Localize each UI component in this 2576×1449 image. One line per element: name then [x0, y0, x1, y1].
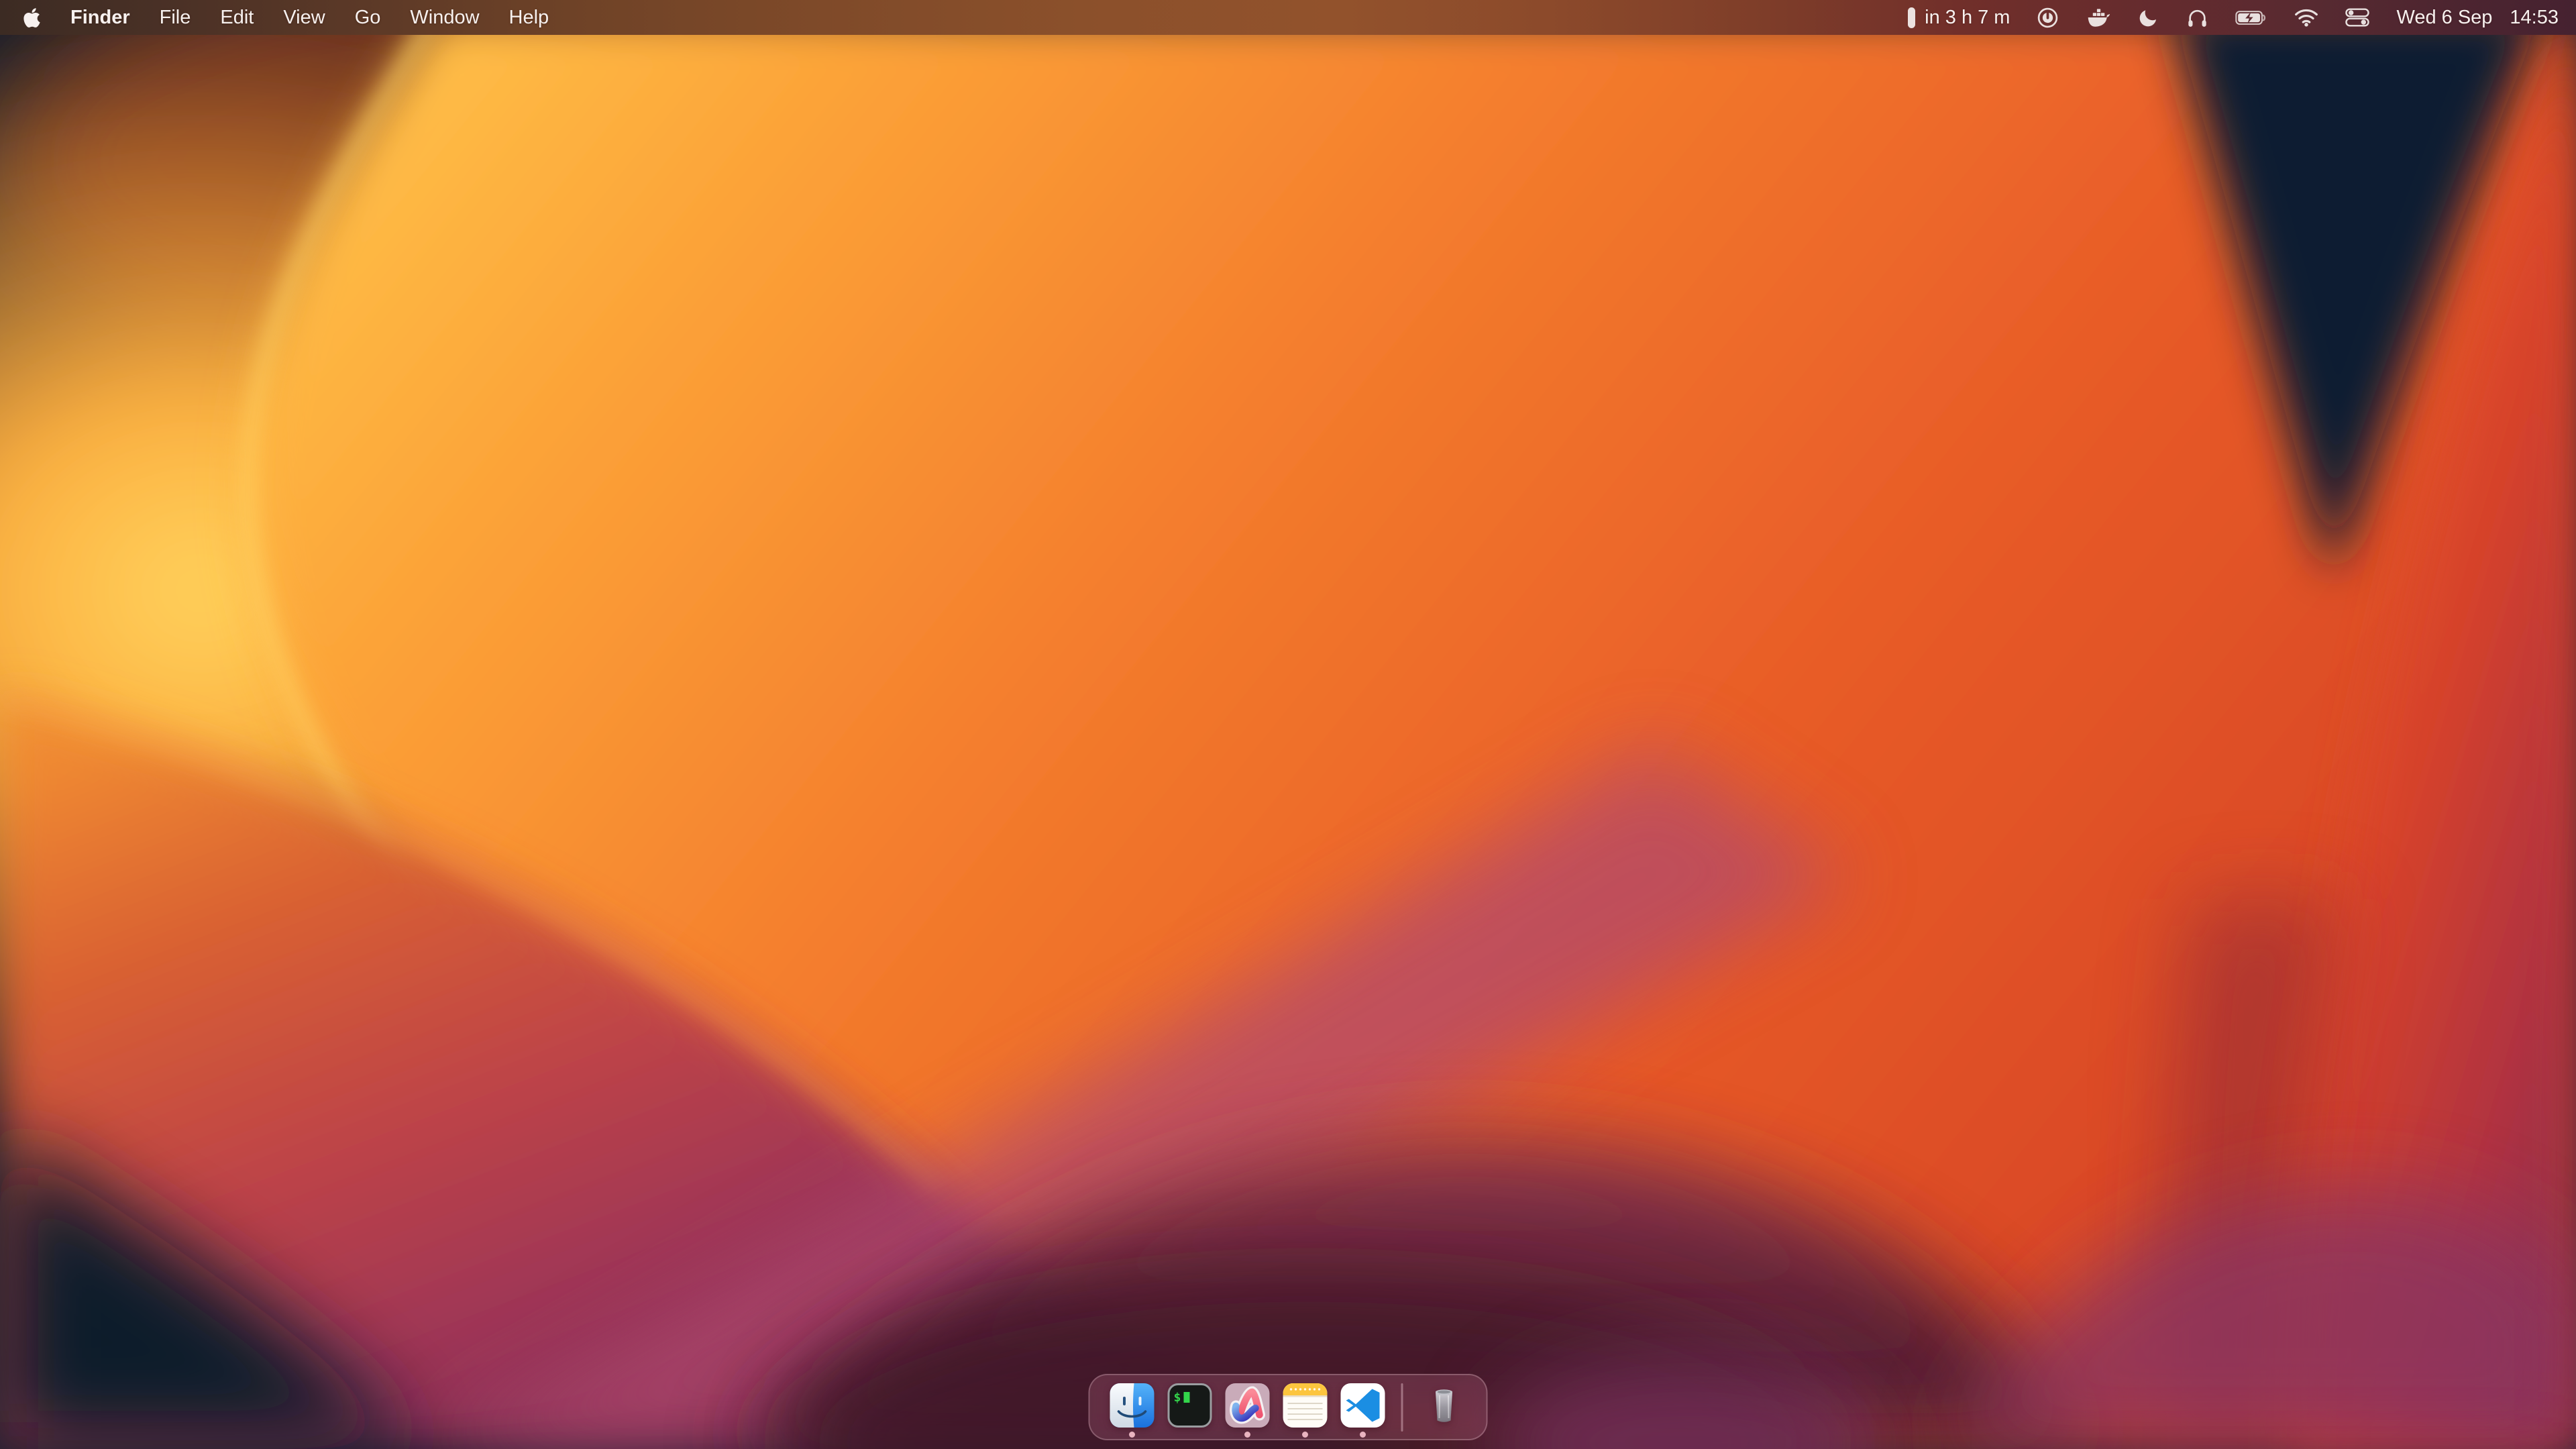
- dock-item-arc-browser[interactable]: [1226, 1383, 1270, 1428]
- menu-bar-status: in 3 h 7 m: [1908, 0, 2559, 35]
- docker-menu-item[interactable]: [2086, 7, 2111, 28]
- running-indicator: [1302, 1432, 1308, 1438]
- headphones-icon: [2186, 7, 2208, 29]
- menu-edit[interactable]: Edit: [220, 0, 254, 35]
- apple-menu[interactable]: [23, 7, 41, 29]
- finder-icon: [1110, 1383, 1155, 1428]
- desktop-wallpaper: [0, 0, 2576, 1449]
- notes-icon: [1283, 1383, 1328, 1428]
- terminal-icon: $: [1168, 1383, 1212, 1428]
- app-menu-finder[interactable]: Finder: [70, 0, 130, 35]
- menu-go[interactable]: Go: [355, 0, 381, 35]
- timer-label: in 3 h 7 m: [1925, 0, 2010, 35]
- control-center-icon: [2345, 8, 2369, 27]
- svg-text:$: $: [1174, 1391, 1181, 1405]
- running-indicator: [1360, 1432, 1366, 1438]
- battery-menu-item[interactable]: [2235, 10, 2267, 25]
- wifi-menu-item[interactable]: [2294, 8, 2318, 27]
- dock-item-terminal[interactable]: $: [1168, 1383, 1212, 1428]
- apple-icon: [23, 7, 41, 29]
- dock-item-vscode[interactable]: [1341, 1383, 1385, 1428]
- running-indicator: [1244, 1432, 1250, 1438]
- menu-help[interactable]: Help: [509, 0, 549, 35]
- battery-charging-icon: [2235, 10, 2267, 25]
- trash-icon: [1422, 1383, 1466, 1428]
- menu-window[interactable]: Window: [410, 0, 479, 35]
- arc-browser-icon: [1226, 1383, 1270, 1428]
- audio-menu-item[interactable]: [2186, 7, 2208, 29]
- control-center-menu-item[interactable]: [2345, 8, 2369, 27]
- timer-bar-icon: [1908, 7, 1915, 28]
- menu-file[interactable]: File: [160, 0, 191, 35]
- dock-item-notes[interactable]: [1283, 1383, 1328, 1428]
- dock-item-finder[interactable]: [1110, 1383, 1155, 1428]
- focus-menu-item[interactable]: [2138, 7, 2159, 28]
- 1password-icon: [2037, 7, 2059, 29]
- status-timer[interactable]: in 3 h 7 m: [1908, 0, 2010, 35]
- wifi-icon: [2294, 8, 2318, 27]
- running-indicator: [1129, 1432, 1135, 1438]
- dock: $: [1089, 1374, 1488, 1440]
- menu-bar-left: Finder File Edit View Go Window Help: [23, 0, 549, 35]
- menu-bar: Finder File Edit View Go Window Help in …: [0, 0, 2576, 35]
- clock-time: 14:53: [2510, 0, 2559, 35]
- 1password-menu-item[interactable]: [2037, 7, 2059, 29]
- menu-bar-clock[interactable]: Wed 6 Sep 14:53: [2396, 0, 2559, 35]
- moon-icon: [2138, 7, 2159, 28]
- dock-separator: [1401, 1383, 1403, 1432]
- docker-whale-icon: [2086, 7, 2111, 28]
- dock-item-trash[interactable]: [1422, 1383, 1466, 1428]
- vscode-icon: [1341, 1383, 1385, 1428]
- clock-date: Wed 6 Sep: [2396, 0, 2492, 35]
- menu-view[interactable]: View: [283, 0, 325, 35]
